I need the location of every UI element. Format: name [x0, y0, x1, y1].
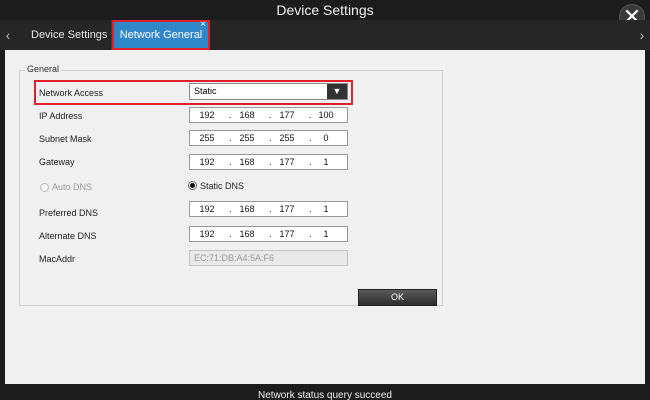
- ip-octet[interactable]: 168: [232, 204, 262, 214]
- ip-octet[interactable]: 168: [232, 229, 262, 239]
- ip-octet[interactable]: 1: [311, 157, 341, 167]
- static-dns-label: Static DNS: [200, 181, 245, 191]
- ip-address-field[interactable]: 192 . 168 . 177 . 100: [189, 107, 348, 123]
- ip-octet[interactable]: 177: [272, 110, 302, 120]
- tab-close-icon[interactable]: ×: [200, 19, 206, 31]
- chevron-down-icon[interactable]: ▼: [327, 84, 347, 99]
- ip-octet[interactable]: 255: [232, 133, 262, 143]
- ip-address-label: IP Address: [39, 111, 83, 121]
- tab-network-general[interactable]: Network General ×: [112, 19, 210, 50]
- ip-octet[interactable]: 192: [192, 204, 222, 214]
- mac-address-field: EC:71:DB:A4:5A:F6: [189, 250, 348, 266]
- subnet-mask-field[interactable]: 255 . 255 . 255 . 0: [189, 130, 348, 146]
- ip-octet[interactable]: 0: [311, 133, 341, 143]
- ip-octet[interactable]: 100: [311, 110, 341, 120]
- preferred-dns-label: Preferred DNS: [39, 208, 99, 218]
- status-text: Network status query succeed: [258, 390, 392, 400]
- network-access-label: Network Access: [39, 88, 104, 98]
- static-dns-radio[interactable]: [188, 181, 197, 190]
- auto-dns-radio[interactable]: [40, 183, 49, 192]
- gateway-label: Gateway: [39, 157, 75, 167]
- ip-octet[interactable]: 255: [272, 133, 302, 143]
- alternate-dns-field[interactable]: 192 . 168 . 177 . 1: [189, 226, 348, 242]
- ip-octet[interactable]: 177: [272, 229, 302, 239]
- tab-device-settings[interactable]: Device Settings: [22, 20, 112, 50]
- preferred-dns-field[interactable]: 192 . 168 . 177 . 1: [189, 201, 348, 217]
- subnet-mask-label: Subnet Mask: [39, 134, 92, 144]
- alternate-dns-label: Alternate DNS: [39, 231, 97, 241]
- ip-octet[interactable]: 168: [232, 157, 262, 167]
- ip-octet[interactable]: 192: [192, 229, 222, 239]
- device-settings-window: Device Settings ✕ ‹ Device Settings Netw…: [0, 0, 650, 400]
- general-group-label: General: [25, 64, 62, 74]
- window-title: Device Settings: [276, 2, 374, 18]
- ip-octet[interactable]: 177: [272, 157, 302, 167]
- gateway-field[interactable]: 192 . 168 . 177 . 1: [189, 154, 348, 170]
- ip-octet[interactable]: 168: [232, 110, 262, 120]
- auto-dns-label: Auto DNS: [52, 182, 93, 192]
- status-bar: Network status query succeed: [0, 385, 650, 400]
- mac-address-label: MacAddr: [39, 254, 76, 264]
- scroll-right-arrow-icon[interactable]: ›: [636, 20, 648, 50]
- ip-octet[interactable]: 192: [192, 110, 222, 120]
- ip-octet[interactable]: 255: [192, 133, 222, 143]
- scroll-left-arrow-icon[interactable]: ‹: [2, 20, 14, 50]
- title-bar: Device Settings: [0, 0, 650, 20]
- network-access-value: Static: [194, 86, 217, 96]
- ip-octet[interactable]: 1: [311, 229, 341, 239]
- ip-octet[interactable]: 192: [192, 157, 222, 167]
- tab-label: Network General: [119, 29, 203, 41]
- ok-button[interactable]: OK: [358, 289, 437, 306]
- ip-octet[interactable]: 1: [311, 204, 341, 214]
- mac-address-value: EC:71:DB:A4:5A:F6: [194, 253, 275, 263]
- network-general-panel: General Network Access Static ▼ IP Addre…: [5, 50, 645, 384]
- network-access-select[interactable]: Static ▼: [189, 83, 348, 100]
- tab-label: Device Settings: [31, 29, 108, 41]
- tab-bar: ‹ Device Settings Network General × ›: [0, 19, 650, 50]
- ip-octet[interactable]: 177: [272, 204, 302, 214]
